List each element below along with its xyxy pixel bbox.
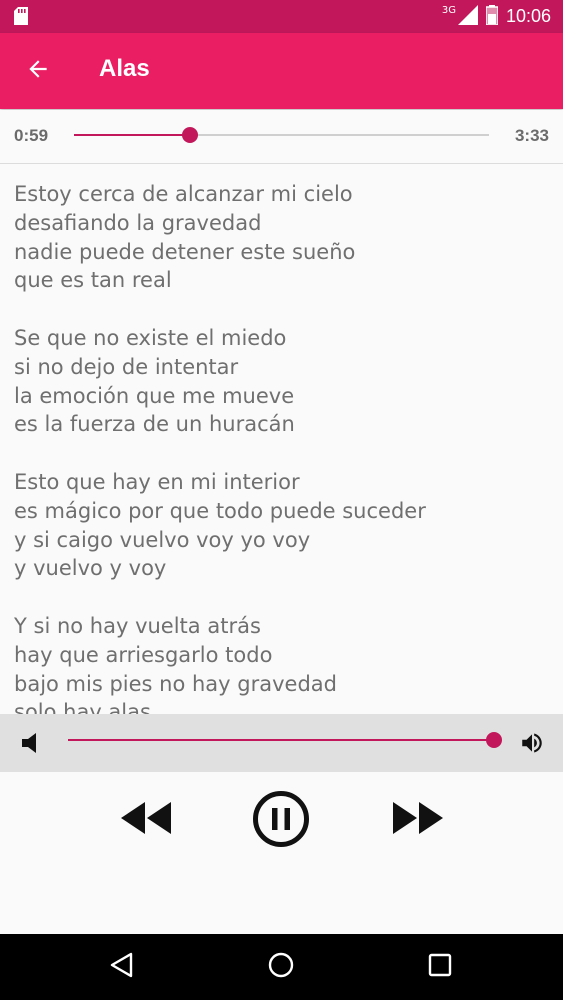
back-button[interactable] [22,55,54,87]
total-duration: 3:33 [514,126,549,145]
square-recents-icon [428,953,452,981]
elapsed-time: 0:59 [14,126,49,145]
lyrics-line: nadie puede detener este sueño [14,239,356,264]
seek-bar-fill [74,134,191,136]
nav-recents-button[interactable] [426,953,454,981]
lyrics-line: si no dejo de intentar [14,354,239,379]
volume-slider[interactable] [68,732,502,748]
lyrics-line: desafiando la gravedad [14,210,262,235]
lyrics-line: la emoción que me mueve [14,383,295,408]
lyrics-stanza: Esto que hay en mi interior es mágico por… [14,468,554,583]
nav-back-button[interactable] [108,952,136,982]
lyrics-line: Y si no hay vuelta atrás [14,613,261,638]
lyrics-stanza: Se que no existe el miedo si no dejo de i… [14,324,554,439]
seek-bar[interactable] [74,127,489,143]
playback-progress-row: 0:59 3:33 [0,110,563,164]
lyrics-line: Estoy cerca de alcanzar mi cielo [14,182,353,206]
sd-card-icon [14,7,28,29]
arrow-left-icon [25,56,51,86]
lyrics-line: y vuelvo y voy [14,556,167,581]
lyrics-line: bajo mis pies no hay gravedad [14,671,337,696]
lyrics-line: solo hay alas [14,700,151,714]
rewind-icon [119,800,173,840]
lyrics-line: y si caigo vuelvo voy yo voy [14,527,311,552]
lyrics-line: es mágico por que todo puede suceder [14,498,426,523]
volume-slider-thumb[interactable] [486,732,502,748]
lyrics-line: hay que arriesgarlo todo [14,642,273,667]
lyrics-stanza: Estoy cerca de alcanzar mi cielo desafian… [14,180,554,295]
status-time: 10:06 [505,6,551,26]
lyrics-line: es la fuerza de un huracán [14,412,295,437]
network-type-label: 3G [441,5,456,16]
status-bar: 3G 10:06 [0,0,563,33]
battery-icon [485,4,499,29]
volume-down-icon[interactable] [20,731,40,759]
seek-bar-thumb[interactable] [182,127,199,143]
fast-forward-button[interactable] [390,798,446,842]
signal-icon [457,4,478,29]
rewind-button[interactable] [118,798,174,842]
lyrics-text: Estoy cerca de alcanzar mi cielo desafian… [14,180,554,714]
status-right-group: 3G 10:06 [442,0,551,33]
app-toolbar: Alas [0,33,563,109]
lyrics-line: Se que no existe el miedo [14,325,287,350]
lyrics-stanza: Y si no hay vuelta atrás hay que arriesga… [14,612,554,714]
circle-home-icon [267,951,295,983]
system-navigation-bar [0,934,563,1000]
playback-controls [0,772,563,934]
lyrics-line: Esto que hay en mi interior [14,469,300,494]
triangle-back-icon [109,952,135,982]
pause-circle-icon [252,790,310,852]
pause-button[interactable] [252,790,310,852]
volume-up-icon[interactable] [518,730,546,760]
fast-forward-icon [391,800,445,840]
lyrics-line: que es tan real [14,268,172,293]
nav-home-button[interactable] [267,951,295,983]
page-title: Alas [99,55,150,82]
volume-bar [0,714,563,772]
